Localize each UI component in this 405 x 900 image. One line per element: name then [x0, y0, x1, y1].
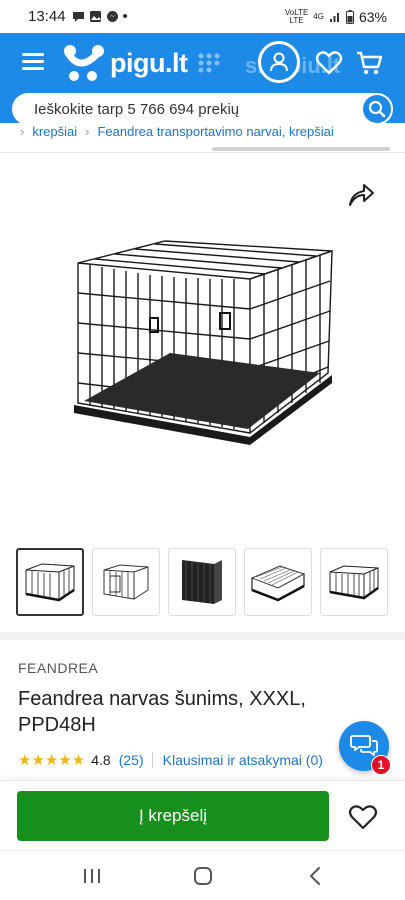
cage-thumbnail-image: [329, 565, 379, 600]
cage-thumbnail-image: [250, 565, 306, 602]
battery-level: 63%: [358, 8, 387, 25]
horizontal-scrollbar[interactable]: [212, 147, 390, 151]
recent-apps-icon[interactable]: [80, 865, 104, 887]
network-type: 4G: [313, 11, 324, 21]
search-button[interactable]: [363, 95, 391, 123]
breadcrumb-separator: ›: [85, 124, 90, 139]
volte-label: VoLTE LTE: [284, 7, 309, 25]
chat-badge: 1: [371, 755, 391, 775]
user-icon: [270, 52, 288, 72]
thumbnail[interactable]: [92, 548, 160, 616]
section-divider: [0, 632, 405, 640]
breadcrumb-item[interactable]: Feandrea transportavimo narvai, krepšiai: [97, 124, 333, 139]
message-icon: [72, 12, 84, 22]
qa-link[interactable]: Klausimai ir atsakymai (0): [163, 752, 323, 768]
chat-icon: [350, 735, 378, 756]
back-icon[interactable]: [304, 865, 328, 887]
breadcrumb-separator: ›: [20, 124, 25, 139]
cage-thumbnail-image: [103, 564, 149, 600]
thumbnail[interactable]: [320, 548, 388, 616]
share-icon[interactable]: [346, 181, 376, 209]
battery-icon: [345, 9, 354, 24]
status-right: VoLTE LTE 4G 63%: [284, 7, 387, 25]
status-bar: 13:44 • VoLTE LTE 4G 63%: [0, 0, 405, 33]
review-count-link[interactable]: (25): [119, 752, 144, 768]
messenger-icon: [106, 11, 118, 22]
thumbnail[interactable]: [244, 548, 312, 616]
product-gallery: [0, 153, 405, 633]
header-row: pigu.lt skelbiu.lt: [0, 33, 405, 91]
cage-thumbnail-image: [182, 560, 222, 604]
thumbnail[interactable]: [16, 548, 84, 616]
rating-value: 4.8: [91, 752, 111, 768]
breadcrumb-item[interactable]: krepšiai: [32, 124, 77, 139]
rating-stars: ★★★★★: [18, 752, 86, 769]
product-info: FEANDREA Feandrea narvas šunims, XXXL, P…: [0, 640, 405, 790]
search-bar: [12, 93, 393, 125]
heart-icon[interactable]: [315, 49, 343, 77]
status-dot: •: [122, 8, 128, 25]
bottom-action-bar: Į krepšelį: [0, 780, 405, 850]
system-nav-bar: [0, 850, 405, 900]
cage-thumbnail-image: [25, 563, 75, 602]
rating-row: ★★★★★ 4.8 (25) Klausimai ir atsakymai (0…: [18, 751, 323, 769]
product-main-image[interactable]: [70, 233, 340, 453]
image-icon: [89, 11, 101, 22]
signal-icon: [329, 12, 339, 22]
account-button[interactable]: [258, 41, 300, 83]
search-input[interactable]: [34, 100, 334, 118]
rating-separator: [151, 752, 153, 768]
logo-dots-icon: [198, 53, 220, 73]
product-brand[interactable]: FEANDREA: [18, 660, 98, 676]
menu-icon[interactable]: [22, 53, 44, 71]
thumbnail-strip: [16, 548, 388, 616]
home-icon[interactable]: [191, 865, 215, 887]
product-title: Feandrea narvas šunims, XXXL, PPD48H: [18, 688, 306, 736]
site-logo[interactable]: pigu.lt: [62, 43, 227, 83]
cart-icon[interactable]: [355, 49, 383, 77]
add-to-cart-button[interactable]: Į krepšelį: [17, 791, 329, 841]
notification-icons: •: [72, 8, 128, 25]
logo-text: pigu.lt: [110, 47, 188, 78]
search-icon: [368, 100, 386, 118]
thumbnail[interactable]: [168, 548, 236, 616]
site-header: pigu.lt skelbiu.lt: [0, 33, 405, 133]
pigu-logo-icon: [64, 45, 104, 81]
wishlist-heart-icon[interactable]: [348, 803, 378, 831]
status-time: 13:44: [28, 8, 66, 25]
